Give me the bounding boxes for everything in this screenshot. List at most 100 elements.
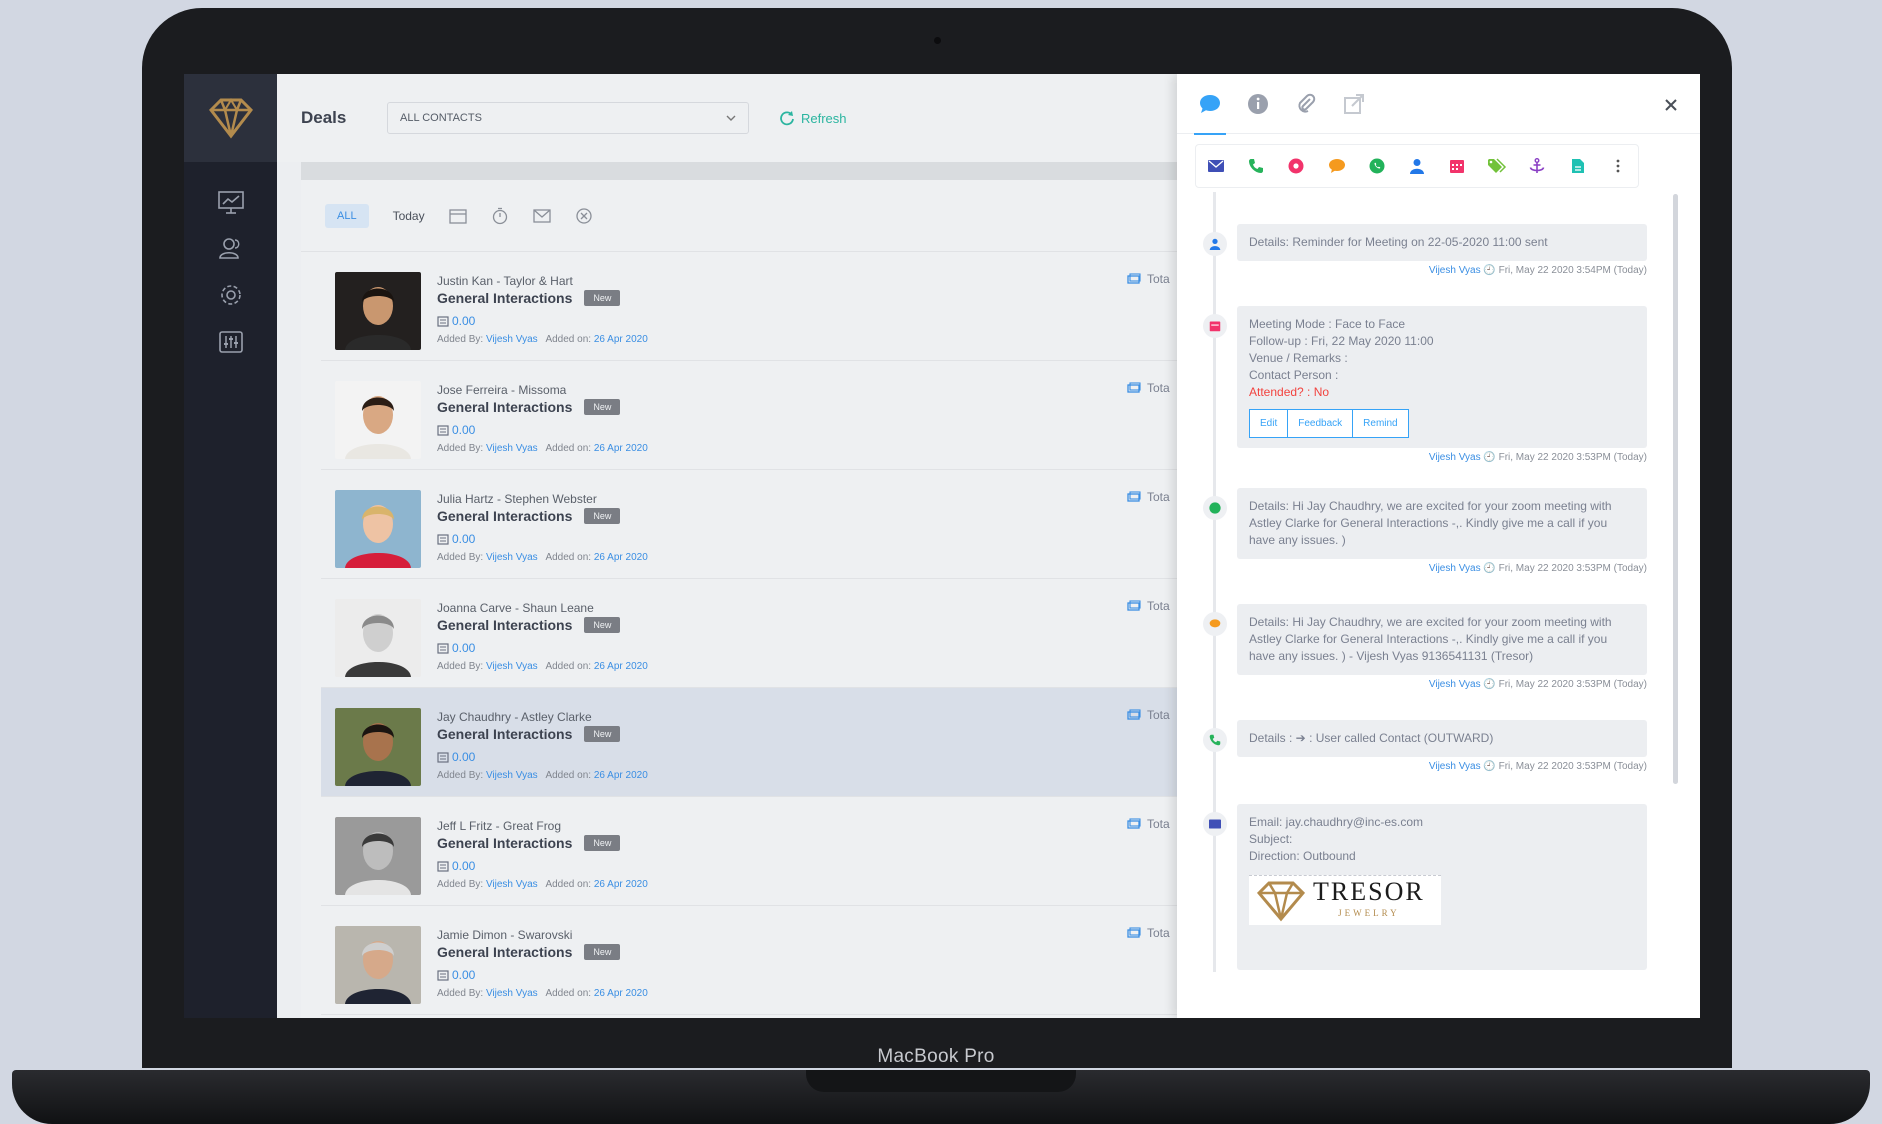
avatar[interactable] [335, 708, 421, 786]
deal-row[interactable]: Julia Hartz - Stephen Webster General Int… [321, 470, 1181, 579]
deal-title: General Interactions New [437, 617, 621, 633]
action-contact[interactable] [1407, 156, 1427, 176]
money-icon [437, 533, 449, 545]
filter-today-tab[interactable]: Today [393, 209, 425, 223]
total-label: Tota [1147, 490, 1170, 504]
added-by-label: Added By: [437, 661, 484, 672]
deal-row[interactable]: Jay Chaudhry - Astley Clarke General Inte… [321, 688, 1181, 797]
deal-name[interactable]: General Interactions [437, 726, 572, 742]
deal-row[interactable]: Justin Kan - Taylor & Hart General Intera… [321, 252, 1181, 361]
deal-name[interactable]: General Interactions [437, 399, 572, 415]
deal-row[interactable]: Jose Ferreira - Missoma General Interacti… [321, 361, 1181, 470]
deal-contact-name[interactable]: Jay Chaudhry - Astley Clarke [437, 710, 592, 724]
brand-logo[interactable] [184, 74, 277, 162]
deal-amount: 0.00 [437, 968, 475, 982]
refresh-button[interactable]: Refresh [779, 110, 847, 126]
filter-all-tab[interactable]: ALL [325, 203, 369, 228]
deal-name[interactable]: General Interactions [437, 835, 572, 851]
deal-row[interactable]: Jamie Dimon - Swarovski General Interacti… [321, 906, 1181, 1015]
timeline-entry-sms: Details: Hi Jay Chaudhry, we are excited… [1203, 604, 1647, 690]
deal-contact-name[interactable]: Jose Ferreira - Missoma [437, 383, 566, 397]
settings-nav[interactable] [184, 282, 277, 308]
added-by-label: Added By: [437, 879, 484, 890]
deal-row[interactable]: Jeff L Fritz - Great Frog General Interac… [321, 797, 1181, 906]
avatar[interactable] [335, 926, 421, 1004]
tab-info[interactable] [1245, 91, 1271, 117]
action-whatsapp[interactable] [1367, 156, 1387, 176]
remind-button[interactable]: Remind [1353, 409, 1409, 438]
status-badge: New [584, 726, 621, 742]
added-on-date: 26 Apr 2020 [593, 661, 648, 672]
added-by-link[interactable]: Vijesh Vyas [486, 661, 538, 672]
tab-conversations[interactable] [1194, 91, 1226, 135]
avatar[interactable] [335, 490, 421, 568]
deal-contact-name[interactable]: Jeff L Fritz - Great Frog [437, 819, 561, 833]
added-by-link[interactable]: Vijesh Vyas [486, 443, 538, 454]
filter-timer[interactable] [491, 207, 509, 225]
avatar[interactable] [335, 272, 421, 350]
avatar[interactable] [335, 599, 421, 677]
edit-button[interactable]: Edit [1249, 409, 1289, 438]
added-by-link[interactable]: Vijesh Vyas [486, 770, 538, 781]
adjustments-nav[interactable] [184, 330, 277, 354]
deal-name[interactable]: General Interactions [437, 944, 572, 960]
device-label: MacBook Pro [877, 1046, 995, 1067]
entry-signature: Vijesh Vyas 🕘 Fri, May 22 2020 3:53PM (T… [1237, 761, 1647, 772]
phone-icon [1249, 159, 1264, 173]
filter-calendar[interactable] [448, 208, 467, 224]
action-call[interactable] [1246, 156, 1266, 176]
user-icon [1409, 159, 1424, 174]
deals-card: ALL Today Justin Kan - Taylor & Hart Gene… [301, 180, 1181, 1018]
deal-contact-name[interactable]: Julia Hartz - Stephen Webster [437, 492, 597, 506]
contact-filter-select[interactable]: ALL CONTACTS [387, 102, 749, 134]
action-document[interactable] [1568, 156, 1588, 176]
activity-action-bar [1195, 144, 1639, 188]
money-stack-icon [1127, 273, 1141, 284]
author-link[interactable]: Vijesh Vyas [1429, 679, 1481, 690]
avatar[interactable] [335, 381, 421, 459]
action-record[interactable] [1286, 156, 1306, 176]
feedback-button[interactable]: Feedback [1288, 409, 1354, 438]
deal-contact-name[interactable]: Jamie Dimon - Swarovski [437, 928, 572, 942]
chevron-down-icon [726, 115, 736, 121]
panel-scrollbar[interactable] [1673, 194, 1678, 784]
deal-row[interactable]: Joanna Carve - Shaun Leane General Intera… [321, 579, 1181, 688]
deal-contact-name[interactable]: Justin Kan - Taylor & Hart [437, 274, 573, 288]
action-schedule[interactable] [1447, 156, 1467, 176]
meeting-contact: Contact Person : [1249, 368, 1339, 382]
added-by-link[interactable]: Vijesh Vyas [486, 552, 538, 563]
deal-name[interactable]: General Interactions [437, 508, 572, 524]
avatar[interactable] [335, 817, 421, 895]
timeline-entry-call: Details : ➔ : User called Contact (OUTWA… [1203, 720, 1647, 772]
deal-name[interactable]: General Interactions [437, 617, 572, 633]
action-tags[interactable] [1487, 156, 1507, 176]
action-anchor[interactable] [1527, 156, 1547, 176]
action-sms[interactable] [1327, 156, 1347, 176]
author-link[interactable]: Vijesh Vyas [1429, 761, 1481, 772]
added-on-label: Added on: [545, 879, 592, 890]
author-link[interactable]: Vijesh Vyas [1429, 265, 1481, 276]
scrollbar-thumb[interactable] [1673, 194, 1678, 784]
added-by-link[interactable]: Vijesh Vyas [486, 879, 538, 890]
author-link[interactable]: Vijesh Vyas [1429, 563, 1481, 574]
filter-closed[interactable] [575, 207, 593, 225]
tab-attachments[interactable] [1293, 91, 1319, 117]
added-by-link[interactable]: Vijesh Vyas [486, 334, 538, 345]
deal-name[interactable]: General Interactions [437, 290, 572, 306]
deal-meta: Added By: Vijesh Vyas Added on: 26 Apr 2… [437, 661, 648, 672]
contacts-nav[interactable] [184, 236, 277, 260]
action-email[interactable] [1206, 156, 1226, 176]
dashboard-nav[interactable] [184, 190, 277, 214]
author-link[interactable]: Vijesh Vyas [1429, 452, 1481, 463]
money-stack-icon [1127, 818, 1141, 829]
message-icon [1203, 612, 1227, 636]
close-panel-button[interactable] [1658, 92, 1684, 118]
user-icon [1203, 232, 1227, 256]
deal-contact-name[interactable]: Joanna Carve - Shaun Leane [437, 601, 594, 615]
tab-open-external[interactable] [1341, 91, 1367, 117]
stopwatch-icon [492, 207, 507, 224]
filter-email[interactable] [532, 208, 551, 223]
envelope-icon [532, 208, 551, 223]
added-by-link[interactable]: Vijesh Vyas [486, 988, 538, 999]
action-more[interactable] [1608, 156, 1628, 176]
